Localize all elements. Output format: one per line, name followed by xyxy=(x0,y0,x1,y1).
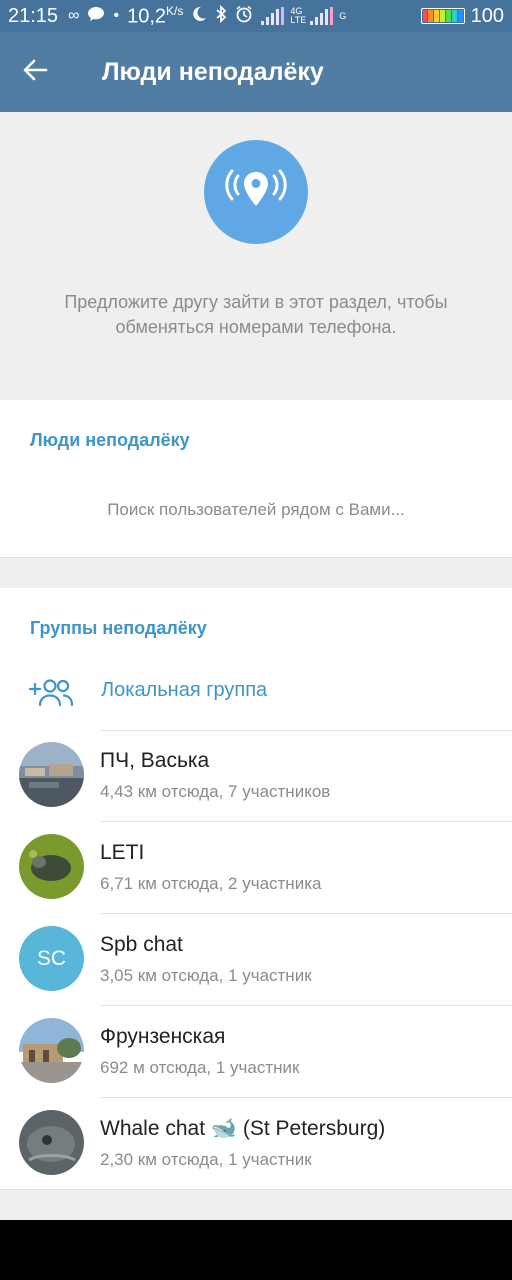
toolbar: Люди неподалёку xyxy=(0,32,512,112)
intro-description: Предложите другу зайти в этот раздел, чт… xyxy=(64,292,448,337)
group-meta: 692 м отсюда, 1 участник xyxy=(100,1058,300,1077)
battery-level: 100 xyxy=(470,4,504,27)
intro-section: Предложите другу зайти в этот раздел, чт… xyxy=(0,112,512,400)
people-nearby-header: Люди неподалёку xyxy=(30,430,190,450)
group-row[interactable]: ПЧ, Васька 4,43 км отсюда, 7 участников xyxy=(0,730,512,822)
dot-icon: • xyxy=(113,7,120,24)
network-type-g: G xyxy=(339,10,347,21)
back-button[interactable] xyxy=(0,32,70,112)
group-name: LETI xyxy=(100,841,145,864)
battery-icon xyxy=(420,8,465,24)
group-row[interactable]: LETI 6,71 км отсюда, 2 участника xyxy=(0,822,512,914)
group-name: Фрунзенская xyxy=(100,1025,226,1048)
searching-status: Поиск пользователей рядом с Вами... xyxy=(107,500,405,519)
group-avatar xyxy=(19,1110,84,1175)
moon-icon xyxy=(191,6,207,27)
system-navigation-bar xyxy=(0,1220,512,1280)
avatar-initials: SC xyxy=(36,946,67,970)
chat-bubble-icon xyxy=(87,6,105,27)
page-title: Люди неподалёку xyxy=(102,57,324,86)
group-name: ПЧ, Васька xyxy=(100,749,210,772)
groups-nearby-header: Группы неподалёку xyxy=(30,618,207,638)
group-name: Whale chat 🐋 (St Petersburg) xyxy=(100,1117,386,1140)
group-row[interactable]: Фрунзенская 692 м отсюда, 1 участник xyxy=(0,1006,512,1098)
signal-bars-1-icon xyxy=(261,7,285,25)
people-nearby-section: Люди неподалёку Поиск пользователей рядо… xyxy=(0,400,512,558)
signal-bars-2-icon xyxy=(310,7,334,25)
group-avatar xyxy=(19,742,84,807)
group-meta: 2,30 км отсюда, 1 участник xyxy=(100,1150,312,1169)
groups-nearby-section: Группы неподалёку Локальная группа ПЧ, В… xyxy=(0,588,512,1190)
network-type-4g: 4G LTE xyxy=(290,6,307,25)
bluetooth-icon xyxy=(215,4,227,28)
group-avatar xyxy=(19,834,84,899)
alarm-icon xyxy=(235,5,253,28)
arrow-left-icon xyxy=(22,59,48,86)
network-speed: 10,2K/s xyxy=(127,3,184,28)
group-meta: 3,05 км отсюда, 1 участник xyxy=(100,966,312,985)
status-time: 21:15 xyxy=(8,4,59,27)
add-group-icon xyxy=(28,678,74,713)
section-gap xyxy=(0,558,512,588)
group-row[interactable]: Whale chat 🐋 (St Petersburg) 2,30 км отс… xyxy=(0,1098,512,1190)
group-row[interactable]: SC Spb chat 3,05 км отсюда, 1 участник xyxy=(0,914,512,1006)
create-local-group-button[interactable]: Локальная группа xyxy=(0,658,512,730)
group-name: Spb chat xyxy=(100,933,183,956)
infinity-icon: ∞ xyxy=(68,7,80,24)
location-pin-icon xyxy=(204,140,308,244)
local-group-label: Локальная группа xyxy=(101,679,268,701)
status-bar: 21:15 ∞ • 10,2K/s 4G LTE G 100 xyxy=(0,0,512,32)
group-avatar: SC xyxy=(19,926,84,991)
group-avatar xyxy=(19,1018,84,1083)
group-meta: 4,43 км отсюда, 7 участников xyxy=(100,782,331,801)
bottom-gap xyxy=(0,1190,512,1220)
group-meta: 6,71 км отсюда, 2 участника xyxy=(100,874,322,893)
